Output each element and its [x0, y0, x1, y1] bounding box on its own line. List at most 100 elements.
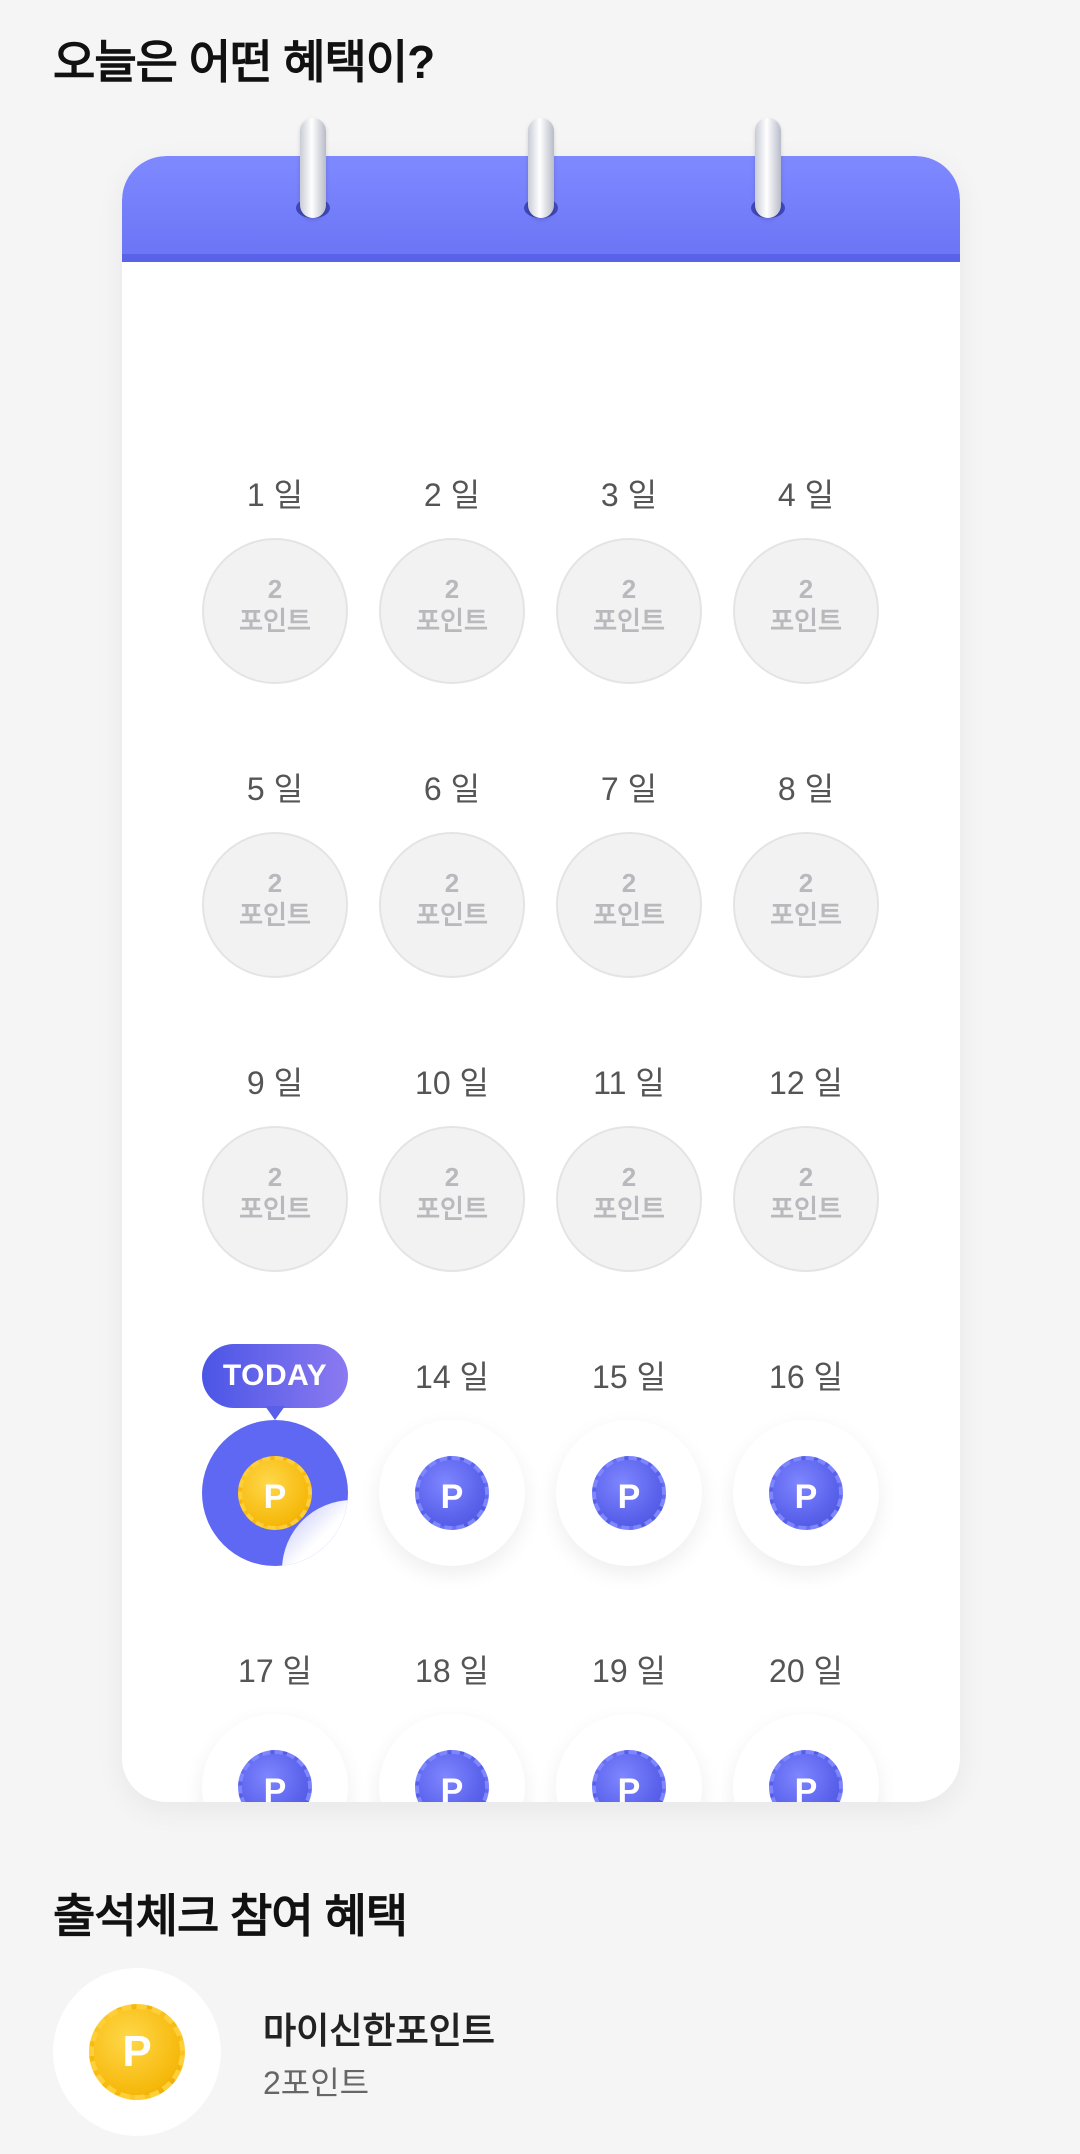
point-unit: 포인트 — [770, 1194, 842, 1224]
day-label: 10 일 — [415, 1065, 489, 1101]
day-label: 5 일 — [246, 771, 304, 807]
calendar-day: 9 일 2 포인트 — [202, 1060, 348, 1272]
stamp-upcoming: P — [379, 1420, 525, 1566]
stamp-completed: 2 포인트 — [202, 538, 348, 684]
day-label: 14 일 — [415, 1359, 489, 1395]
calendar-day: 15 일 P — [556, 1354, 702, 1566]
today-badge: TODAY — [202, 1344, 348, 1420]
point-unit: 포인트 — [416, 900, 488, 930]
day-label: 2 일 — [423, 477, 481, 513]
point-unit: 포인트 — [593, 900, 665, 930]
stamp-completed: 2 포인트 — [202, 832, 348, 978]
day-label: 6 일 — [423, 771, 481, 807]
stamp-upcoming: P — [733, 1420, 879, 1566]
benefit-section-title: 출석체크 참여 혜택 — [53, 1890, 408, 1942]
point-amount: 2 — [444, 868, 460, 898]
point-amount: 2 — [798, 574, 814, 604]
calendar-day: 20 일 P — [733, 1648, 879, 1802]
point-unit: 포인트 — [416, 606, 488, 636]
today-stamp-button[interactable]: P — [202, 1420, 348, 1566]
stamp-upcoming: P — [556, 1420, 702, 1566]
calendar-day: 7 일 2 포인트 — [556, 766, 702, 978]
day-label: 9 일 — [246, 1065, 304, 1101]
calendar-day: 17 일 P — [202, 1648, 348, 1802]
point-coin-icon: P — [238, 1750, 312, 1802]
point-unit: 포인트 — [770, 900, 842, 930]
calendar-day: 5 일 2 포인트 — [202, 766, 348, 978]
point-coin-icon: P — [415, 1750, 489, 1802]
calendar-day: 2 일 2 포인트 — [379, 472, 525, 684]
stamp-completed: 2 포인트 — [202, 1126, 348, 1272]
stamp-upcoming: P — [556, 1714, 702, 1802]
point-amount: 2 — [798, 868, 814, 898]
day-label: 19 일 — [592, 1653, 666, 1689]
stamp-completed: 2 포인트 — [556, 1126, 702, 1272]
day-label: 17 일 — [238, 1653, 312, 1689]
calendar-day: 11 일 2 포인트 — [556, 1060, 702, 1272]
day-label: 7 일 — [600, 771, 658, 807]
point-unit: 포인트 — [239, 900, 311, 930]
calendar-day: 1 일 2 포인트 — [202, 472, 348, 684]
stamp-upcoming: P — [733, 1714, 879, 1802]
benefit-icon-container: P — [53, 1968, 221, 2136]
calendar-day: 12 일 2 포인트 — [733, 1060, 879, 1272]
point-coin-icon: P — [592, 1750, 666, 1802]
point-amount: 2 — [267, 574, 283, 604]
calendar-day: 19 일 P — [556, 1648, 702, 1802]
point-coin-icon: P — [769, 1456, 843, 1530]
calendar-day: 6 일 2 포인트 — [379, 766, 525, 978]
stamp-completed: 2 포인트 — [556, 538, 702, 684]
day-label: 11 일 — [593, 1065, 665, 1101]
calendar-day: 14 일 P — [379, 1354, 525, 1566]
stamp-upcoming: P — [202, 1714, 348, 1802]
stamp-completed: 2 포인트 — [733, 1126, 879, 1272]
point-coin-icon: P — [769, 1750, 843, 1802]
point-amount: 2 — [621, 574, 637, 604]
stamp-upcoming: P — [379, 1714, 525, 1802]
point-unit: 포인트 — [770, 606, 842, 636]
calendar-day: 16 일 P — [733, 1354, 879, 1566]
gold-point-coin-icon: P — [89, 2004, 185, 2100]
point-amount: 2 — [798, 1162, 814, 1192]
point-coin-icon: P — [592, 1456, 666, 1530]
calendar-day: 8 일 2 포인트 — [733, 766, 879, 978]
stamp-completed: 2 포인트 — [379, 1126, 525, 1272]
calendar-day: 10 일 2 포인트 — [379, 1060, 525, 1272]
binder-ring-icon — [755, 118, 781, 218]
gold-point-coin-icon: P — [238, 1456, 312, 1530]
attendance-calendar: 1 일 2 포인트 2 일 2 포인트 3 일 2 포인트 4 일 2 포인트 — [122, 156, 960, 1802]
stamp-completed: 2 포인트 — [733, 538, 879, 684]
benefit-value: 2포인트 — [263, 2065, 370, 2101]
page-title: 오늘은 어떤 혜택이? — [53, 36, 435, 88]
point-coin-icon: P — [415, 1456, 489, 1530]
day-label: 16 일 — [769, 1359, 843, 1395]
calendar-day: 18 일 P — [379, 1648, 525, 1802]
day-label: 15 일 — [592, 1359, 666, 1395]
point-amount: 2 — [267, 868, 283, 898]
day-label: 12 일 — [769, 1065, 843, 1101]
point-amount: 2 — [621, 868, 637, 898]
point-unit: 포인트 — [593, 1194, 665, 1224]
day-label: 4 일 — [777, 477, 835, 513]
day-label: 20 일 — [769, 1653, 843, 1689]
benefit-name: 마이신한포인트 — [263, 2010, 495, 2051]
calendar-day: 4 일 2 포인트 — [733, 472, 879, 684]
stamp-completed: 2 포인트 — [556, 832, 702, 978]
point-unit: 포인트 — [239, 1194, 311, 1224]
binder-ring-icon — [300, 118, 326, 218]
point-amount: 2 — [444, 1162, 460, 1192]
stamp-completed: 2 포인트 — [379, 832, 525, 978]
day-label: 1 일 — [246, 477, 304, 513]
day-label: 8 일 — [777, 771, 835, 807]
point-amount: 2 — [621, 1162, 637, 1192]
point-amount: 2 — [444, 574, 460, 604]
point-unit: 포인트 — [416, 1194, 488, 1224]
day-label: 3 일 — [600, 477, 658, 513]
point-unit: 포인트 — [593, 606, 665, 636]
point-unit: 포인트 — [239, 606, 311, 636]
stamp-completed: 2 포인트 — [733, 832, 879, 978]
stamp-completed: 2 포인트 — [379, 538, 525, 684]
binder-ring-icon — [528, 118, 554, 218]
day-label: 18 일 — [415, 1653, 489, 1689]
point-amount: 2 — [267, 1162, 283, 1192]
